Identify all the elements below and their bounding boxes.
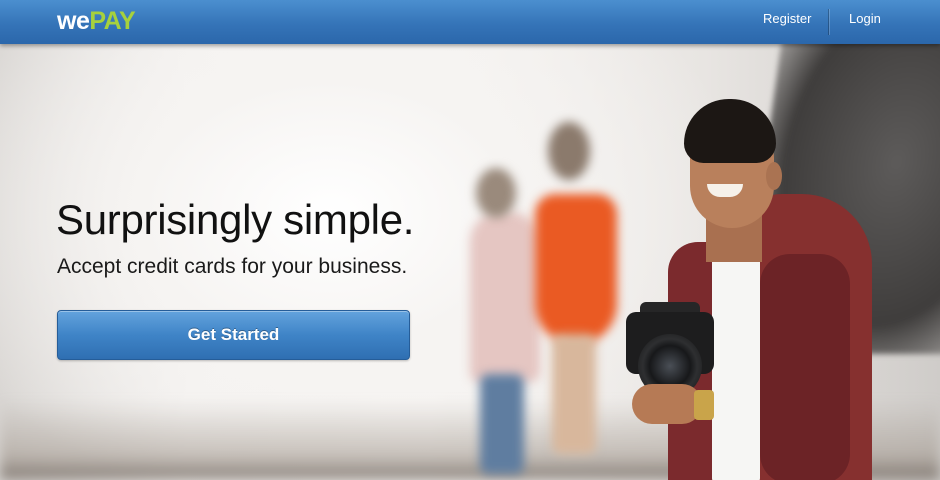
photographer-ear [766,162,782,190]
photographer-hand [632,384,702,424]
wristwatch [694,390,714,420]
background-girl-head [476,168,516,218]
landing-page: wePAY Register Login Surprisingly simple… [0,0,940,480]
get-started-button[interactable]: Get Started [57,310,410,360]
register-link[interactable]: Register [763,11,811,27]
photographer-cardigan-shade [760,254,850,480]
background-girl-image [470,212,540,382]
photographer-shirt [712,244,760,480]
login-link[interactable]: Login [849,11,881,27]
hero-subheadline: Accept credit cards for your business. [57,255,408,278]
background-woman-legs [552,334,596,454]
background-woman-head [548,122,590,180]
logo-we: we [57,7,90,35]
background-girl-legs [480,374,524,474]
logo-pay: PAY [89,7,136,35]
background-woman-dress-image [535,194,617,344]
wepay-logo[interactable]: wePAY [57,7,136,35]
hero-headline: Surprisingly simple. [56,196,415,243]
top-navbar: wePAY Register Login [0,0,940,44]
nav-divider [828,9,829,35]
photographer-hair [684,99,776,163]
